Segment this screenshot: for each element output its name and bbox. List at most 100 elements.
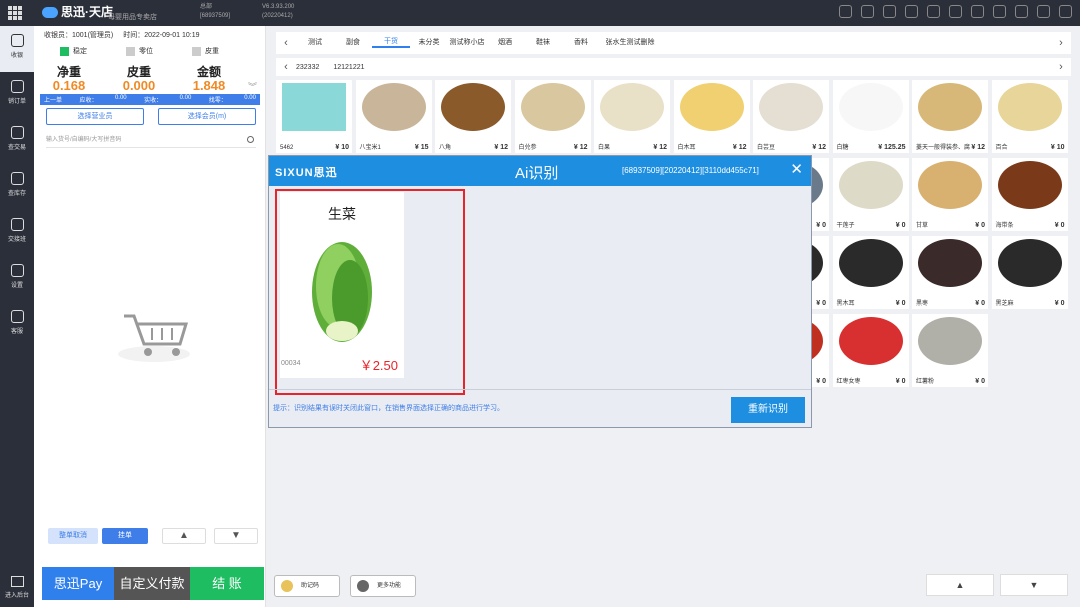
page-down-button[interactable]: ▼	[1000, 574, 1068, 596]
recognized-product-card[interactable]: 生菜 00034 ￥2.50	[280, 192, 404, 378]
tab-category[interactable]: 副食	[334, 39, 372, 47]
printer-icon[interactable]	[883, 5, 896, 18]
product-image	[918, 317, 982, 365]
sidebar-item-cashier[interactable]: 收银	[0, 26, 34, 72]
chevron-left-icon[interactable]: ‹	[276, 37, 296, 49]
chevron-left-icon[interactable]: ‹	[276, 61, 296, 73]
more-functions-button[interactable]: 更多功能	[350, 575, 416, 597]
apps-grid-icon[interactable]	[8, 6, 22, 20]
lock-icon[interactable]	[905, 5, 918, 18]
product-image	[838, 317, 903, 365]
product-tile[interactable]: 黑芝麻 ¥ 0	[991, 236, 1068, 309]
sidebar-item-service[interactable]: 客服	[0, 302, 34, 348]
cloud-icon[interactable]	[949, 5, 962, 18]
chevron-right-icon[interactable]: ›	[1051, 61, 1071, 73]
product-image	[441, 83, 505, 131]
product-image	[997, 239, 1062, 287]
product-tile[interactable]: 八宝米1 ¥ 15	[355, 80, 432, 153]
sidebar-item-shift[interactable]: 交接班	[0, 210, 34, 256]
tare-indicator: 皮重	[192, 46, 219, 56]
product-tile[interactable]: 白木耳 ¥ 12	[673, 80, 750, 153]
sidebar-item-inventory[interactable]: 查库存	[0, 164, 34, 210]
product-price: ¥ 12	[732, 144, 747, 151]
help-icon[interactable]	[971, 5, 984, 18]
product-name: 白兑参	[518, 145, 537, 151]
product-price: ¥ 0	[895, 222, 906, 229]
product-tile[interactable]: 白芸豆 ¥ 12	[753, 80, 829, 153]
select-member-button[interactable]: 选择会员(m)	[158, 108, 256, 125]
product-price: ¥ 10	[335, 144, 349, 151]
product-search-input[interactable]: 输入货号/自编码/大写拼音码	[46, 132, 256, 148]
maximize-icon[interactable]	[1037, 5, 1050, 18]
tab-category[interactable]: 鞋袜	[524, 39, 562, 47]
tare-weight-value: 0.000	[122, 78, 156, 93]
subcategory-tabs: ‹ 232332 12121221 ›	[276, 58, 1071, 76]
product-tile[interactable]: 5462 ¥ 10	[276, 80, 352, 153]
hang-order-button[interactable]: 挂单	[102, 528, 148, 544]
tab-category[interactable]: 张水生测试删除	[600, 39, 660, 47]
product-name: 白木耳	[677, 145, 696, 151]
checkout-panel: 收银员：1001(管理员) 时间：2022-09-01 10:19 稳定 零位 皮…	[34, 26, 266, 607]
app-logo: 思迅·天店	[42, 3, 113, 20]
tab-category-active[interactable]: 干货	[372, 38, 410, 48]
product-tile[interactable]: 干莲子 ¥ 0	[832, 158, 909, 231]
product-price: ¥ 12	[653, 144, 667, 151]
tab-category[interactable]: 测试称小店	[448, 39, 486, 47]
network-icon[interactable]	[927, 5, 940, 18]
product-tile[interactable]: 八角 ¥ 12	[435, 80, 511, 153]
tab-category[interactable]: 测试	[296, 39, 334, 47]
product-name: 白芸豆	[757, 145, 776, 151]
sidebar-item-transactions[interactable]: 查交易	[0, 118, 34, 164]
close-icon[interactable]	[1059, 5, 1072, 18]
product-image	[600, 83, 664, 131]
retry-recognition-button[interactable]: 重新识别	[731, 397, 805, 423]
product-tile[interactable]: 红枣女枣 ¥ 0	[832, 314, 909, 387]
select-salesman-button[interactable]: 选择营业员	[46, 108, 144, 125]
version-info: V6.3.93.200 (20220412)	[262, 4, 295, 19]
helper-code-button[interactable]: 助记码	[274, 575, 340, 597]
recognized-product-code: 00034	[281, 360, 301, 367]
product-name: 黑枣	[916, 301, 929, 307]
subcategory-item[interactable]: 12121221	[333, 64, 364, 71]
close-icon[interactable]: ✕	[790, 160, 803, 178]
tab-category[interactable]: 香料	[562, 39, 600, 47]
chevron-right-icon[interactable]: ›	[1051, 37, 1071, 49]
payment-bar: 思迅Pay 自定义付款 结 账	[42, 567, 264, 600]
product-tile[interactable]: 白糖 ¥ 125.25	[832, 80, 909, 153]
product-tile[interactable]: 黑木耳 ¥ 0	[832, 236, 909, 309]
camera-icon[interactable]	[839, 5, 852, 18]
custom-payment-button[interactable]: 自定义付款	[114, 567, 190, 600]
keyboard-icon[interactable]	[861, 5, 874, 18]
cancel-order-button[interactable]: 整单取消	[48, 528, 98, 544]
scroll-down-button[interactable]: ▼	[214, 528, 258, 544]
product-tile[interactable]: 白果 ¥ 12	[594, 80, 670, 153]
product-tile[interactable]: 红薯粉 ¥ 0	[912, 314, 988, 387]
tab-category[interactable]: 烟酒	[486, 39, 524, 47]
sidebar-item-orders[interactable]: 销订单	[0, 72, 34, 118]
minimize-icon[interactable]	[1015, 5, 1028, 18]
product-tile[interactable]: 白兑参 ¥ 12	[514, 80, 591, 153]
product-name: 黑木耳	[836, 301, 855, 307]
scroll-up-button[interactable]: ▲	[162, 528, 206, 544]
product-tile[interactable]: 菱天一般得装参、腐 ¥ 12	[912, 80, 988, 153]
product-image	[997, 83, 1062, 131]
page-up-button[interactable]: ▲	[926, 574, 994, 596]
store-name: 母婴用品专卖店	[108, 14, 157, 21]
product-tile[interactable]: 海带条 ¥ 0	[991, 158, 1068, 231]
chevron-down-icon[interactable]: ︾	[248, 80, 257, 93]
sidebar-item-settings[interactable]: 设置	[0, 256, 34, 302]
product-tile[interactable]: 黑枣 ¥ 0	[912, 236, 988, 309]
subcategory-item[interactable]: 232332	[296, 64, 319, 71]
product-tile[interactable]: 百合 ¥ 10	[991, 80, 1068, 153]
enter-backend-button[interactable]: 进入后台	[0, 576, 34, 599]
cashier-info: 收银员：1001(管理员) 时间：2022-09-01 10:19	[44, 32, 200, 39]
product-price: ¥ 0	[975, 378, 985, 385]
product-tile[interactable]: 甘草 ¥ 0	[912, 158, 988, 231]
sixun-pay-button[interactable]: 思迅Pay	[42, 567, 114, 600]
product-name: 白果	[598, 145, 611, 151]
tab-category[interactable]: 未分类	[410, 39, 448, 47]
cloud-logo-icon	[42, 7, 58, 19]
product-image	[282, 83, 346, 131]
dialog-header: SIXUN思迅 Ai识别 [68937509][20220412][3110dd…	[269, 156, 811, 186]
checkout-button[interactable]: 结 账	[190, 567, 264, 600]
